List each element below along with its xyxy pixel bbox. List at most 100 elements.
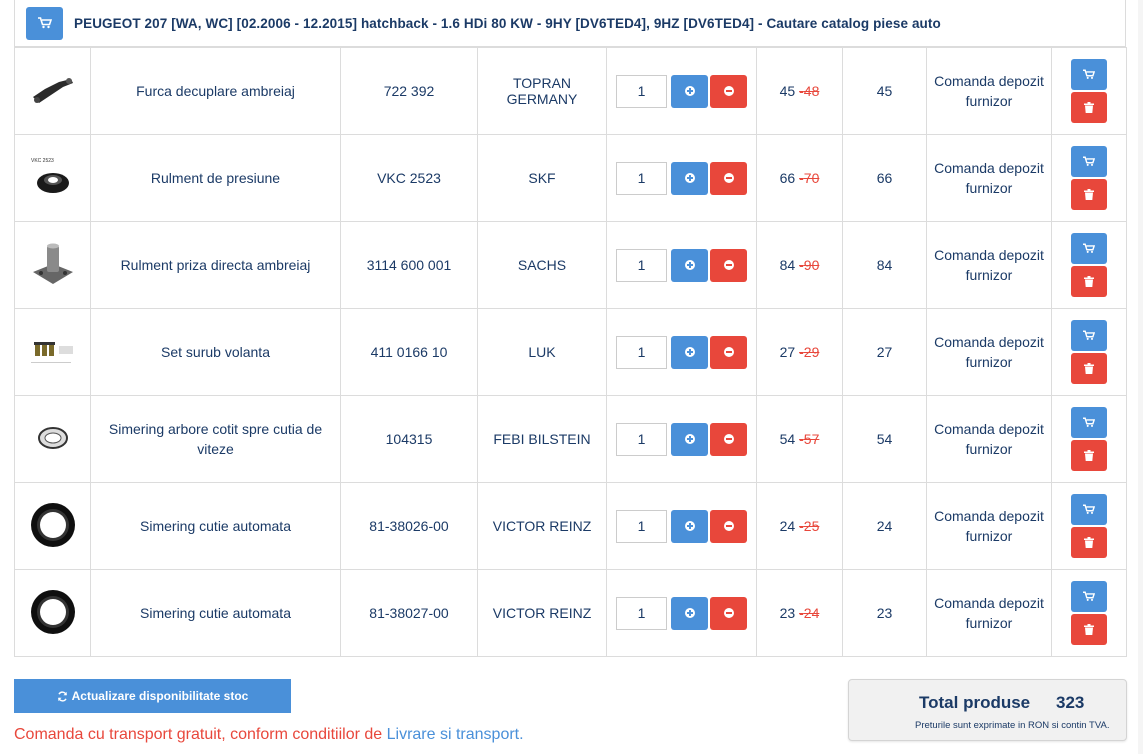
page-title: PEUGEOT 207 [WA, WC] [02.2006 - 12.2015]… [74, 15, 941, 31]
part-brand: VICTOR REINZ [477, 482, 607, 570]
quantity-input[interactable] [616, 335, 667, 369]
shopping-cart-icon [1083, 417, 1095, 427]
add-to-cart-button[interactable] [1071, 146, 1107, 177]
part-name[interactable]: Simering cutie automata [90, 569, 341, 657]
increase-quantity-button[interactable] [671, 161, 708, 195]
table-row: VKC 2523Rulment de presiuneVKC 2523SKF66… [14, 134, 1127, 222]
quantity-cell [606, 482, 757, 570]
quantity-input[interactable] [616, 596, 667, 630]
part-name[interactable]: Set surub volanta [90, 308, 341, 396]
minus-circle-icon [723, 347, 734, 357]
quantity-input[interactable] [616, 509, 667, 543]
availability-status: Comanda depozit furnizor [926, 47, 1052, 135]
svg-text:VKC 2523: VKC 2523 [31, 158, 54, 164]
total-label: Total produse [919, 693, 1031, 712]
trash-icon [1084, 276, 1094, 287]
increase-quantity-button[interactable] [671, 596, 708, 630]
plus-circle-icon [684, 173, 695, 183]
quantity-input[interactable] [616, 161, 667, 195]
old-price: -29 [799, 344, 820, 360]
plus-circle-icon [684, 260, 695, 270]
decrease-quantity-button[interactable] [710, 596, 747, 630]
quantity-input[interactable] [616, 422, 667, 456]
add-to-cart-button[interactable] [1071, 581, 1107, 612]
add-to-cart-button[interactable] [1071, 233, 1107, 264]
minus-circle-icon [723, 521, 734, 531]
total-box: Total produse 323 Preturile sunt exprima… [848, 679, 1127, 741]
part-name[interactable]: Rulment priza directa ambreiaj [90, 221, 341, 309]
decrease-quantity-button[interactable] [710, 509, 747, 543]
shipping-link[interactable]: Livrare si transport [387, 726, 520, 743]
trash-icon [1084, 363, 1094, 374]
minus-circle-icon [723, 260, 734, 270]
table-row: Simering cutie automata 81-38027-00 VICTOR… [14, 569, 1127, 657]
decrease-quantity-button[interactable] [710, 74, 747, 108]
trash-icon [1084, 537, 1094, 548]
total-note: Preturile sunt exprimate in RON si conti… [915, 720, 1110, 731]
release-bearing-image: VKC 2523 [29, 158, 77, 202]
decrease-quantity-button[interactable] [710, 335, 747, 369]
increase-quantity-button[interactable] [671, 74, 708, 108]
delete-button[interactable] [1071, 179, 1107, 210]
price-cell: 45 -48 [756, 47, 843, 135]
decrease-quantity-button[interactable] [710, 422, 747, 456]
shopping-cart-icon [1083, 243, 1095, 253]
part-code: 411 0166 10 [340, 308, 478, 396]
guide-sleeve-image [29, 243, 77, 291]
delete-button[interactable] [1071, 353, 1107, 384]
availability-status: Comanda depozit furnizor [926, 569, 1052, 657]
part-code: 81-38026-00 [340, 482, 478, 570]
delete-button[interactable] [1071, 92, 1107, 123]
clutch-fork-image [29, 77, 77, 110]
increase-quantity-button[interactable] [671, 422, 708, 456]
part-image [14, 47, 91, 135]
delete-button[interactable] [1071, 614, 1107, 645]
part-name[interactable]: Furca decuplare ambreiaj [90, 47, 341, 135]
header-cart-button[interactable] [26, 6, 63, 40]
decrease-quantity-button[interactable] [710, 248, 747, 282]
add-to-cart-button[interactable] [1071, 494, 1107, 525]
bolt-set-image [29, 341, 77, 371]
refresh-icon [57, 690, 67, 702]
part-image [14, 308, 91, 396]
plus-circle-icon [684, 521, 695, 531]
delete-button[interactable] [1071, 440, 1107, 471]
price-cell: 84 -90 [756, 221, 843, 309]
increase-quantity-button[interactable] [671, 335, 708, 369]
update-stock-button[interactable]: Actualizare disponibilitate stoc [14, 679, 291, 713]
quantity-input[interactable] [616, 74, 667, 108]
scrollbar-track[interactable] [1138, 0, 1143, 754]
current-price: 66 [779, 170, 796, 186]
row-total: 84 [842, 221, 927, 309]
shipping-text: Comanda cu transport gratuit, conform co… [14, 726, 387, 743]
decrease-quantity-button[interactable] [710, 161, 747, 195]
shipping-suffix: . [519, 726, 524, 743]
part-name[interactable]: Simering cutie automata [90, 482, 341, 570]
part-image [14, 482, 91, 570]
part-name[interactable]: Simering arbore cotit spre cutia de vite… [90, 395, 341, 483]
page-header: PEUGEOT 207 [WA, WC] [02.2006 - 12.2015]… [14, 0, 1126, 47]
actions-cell [1051, 482, 1127, 570]
minus-circle-icon [723, 434, 734, 444]
part-code: 81-38027-00 [340, 569, 478, 657]
part-brand: TOPRAN GERMANY [477, 47, 607, 135]
add-to-cart-button[interactable] [1071, 407, 1107, 438]
current-price: 84 [779, 257, 796, 273]
quantity-input[interactable] [616, 248, 667, 282]
availability-status: Comanda depozit furnizor [926, 221, 1052, 309]
availability-status: Comanda depozit furnizor [926, 482, 1052, 570]
delete-button[interactable] [1071, 266, 1107, 297]
add-to-cart-button[interactable] [1071, 320, 1107, 351]
part-brand: SACHS [477, 221, 607, 309]
part-name[interactable]: Rulment de presiune [90, 134, 341, 222]
part-code: 104315 [340, 395, 478, 483]
trash-icon [1084, 189, 1094, 200]
increase-quantity-button[interactable] [671, 248, 708, 282]
increase-quantity-button[interactable] [671, 509, 708, 543]
current-price: 54 [779, 431, 796, 447]
quantity-cell [606, 47, 757, 135]
add-to-cart-button[interactable] [1071, 59, 1107, 90]
table-row: Set surub volanta411 0166 10LUK27 -2927C… [14, 308, 1127, 396]
delete-button[interactable] [1071, 527, 1107, 558]
part-brand: FEBI BILSTEIN [477, 395, 607, 483]
